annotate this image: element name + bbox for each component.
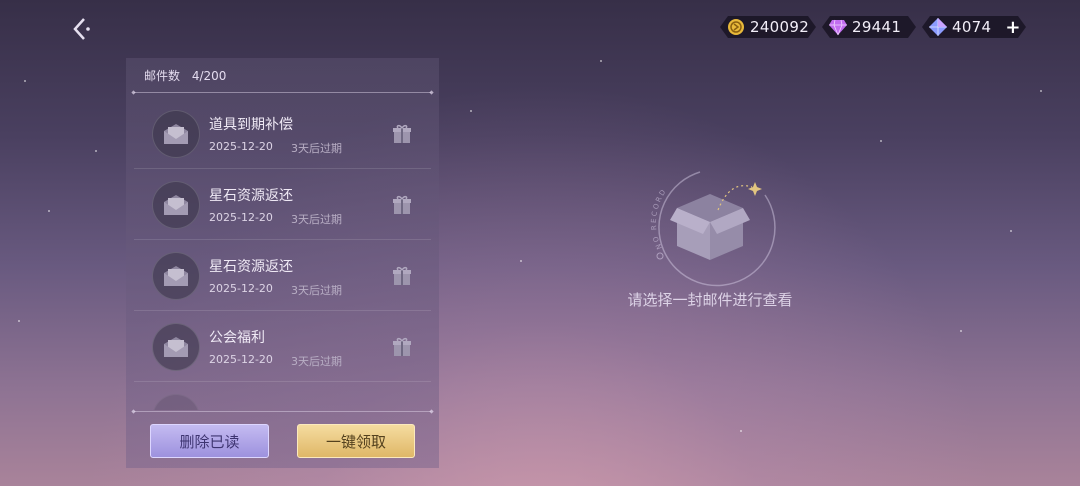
mail-expiry: 3天后过期 [291,284,342,297]
mail-list[interactable]: 道具到期补偿 2025-12-20 3天后过期 星石资源返还 2025-12-2… [134,98,431,410]
envelope-icon [152,323,200,371]
mail-count-label: 邮件数 [144,69,181,83]
mail-item[interactable]: 公会福利 2025-12-20 3天后过期 [134,311,431,382]
gift-icon [393,195,411,214]
mail-title: 道具到期补偿 [209,117,293,133]
chevron-left-icon [73,18,90,40]
mail-expiry: 3天后过期 [291,213,342,226]
delete-read-button[interactable]: 删除已读 [150,424,269,458]
mail-date: 2025-12-20 [209,282,273,295]
add-currency-button[interactable]: + [1005,17,1020,38]
envelope-icon [152,252,200,300]
empty-box-icon: NO RECORD [650,171,776,287]
mail-item-partial[interactable] [134,382,431,410]
divider [134,92,431,93]
mail-list-panel: 邮件数 4/200 道具到期补偿 2025-12-20 3天后过期 星石资源返还… [126,58,439,468]
claim-all-button[interactable]: 一键领取 [297,424,415,458]
empty-state-illustration: NO RECORD [640,160,790,290]
mail-date: 2025-12-20 [209,353,273,366]
gift-icon [393,266,411,285]
purple-gem-counter: 29441 [822,16,916,38]
mail-date: 2025-12-20 [209,140,273,153]
purple-gem-value: 29441 [852,18,902,36]
mail-count-value: 4/200 [191,69,227,83]
back-button[interactable] [66,14,96,44]
blue-gem-value: 4074 [952,18,992,36]
mail-date: 2025-12-20 [209,211,273,224]
mail-item[interactable]: 星石资源返还 2025-12-20 3天后过期 [134,169,431,240]
gift-icon [393,337,411,356]
mail-title: 公会福利 [209,330,265,346]
mail-title: 星石资源返还 [209,188,293,204]
gift-icon [393,124,411,143]
envelope-icon [152,394,200,410]
gold-coin-counter: 240092 [720,16,816,38]
purple-gem-icon [828,17,848,37]
mail-expiry: 3天后过期 [291,355,342,368]
mail-item[interactable]: 星石资源返还 2025-12-20 3天后过期 [134,240,431,311]
envelope-icon [152,181,200,229]
gold-coin-icon [726,17,746,37]
envelope-icon [152,110,200,158]
divider [134,411,431,412]
empty-state-message: 请选择一封邮件进行查看 [627,291,793,309]
gold-coin-value: 240092 [750,18,810,36]
mail-item[interactable]: 道具到期补偿 2025-12-20 3天后过期 [134,98,431,169]
mail-title: 星石资源返还 [209,259,293,275]
blue-gem-icon [928,17,948,37]
mail-count: 邮件数 4/200 [144,67,226,84]
blue-gem-counter: 4074 + [922,16,1026,38]
mail-expiry: 3天后过期 [291,142,342,155]
